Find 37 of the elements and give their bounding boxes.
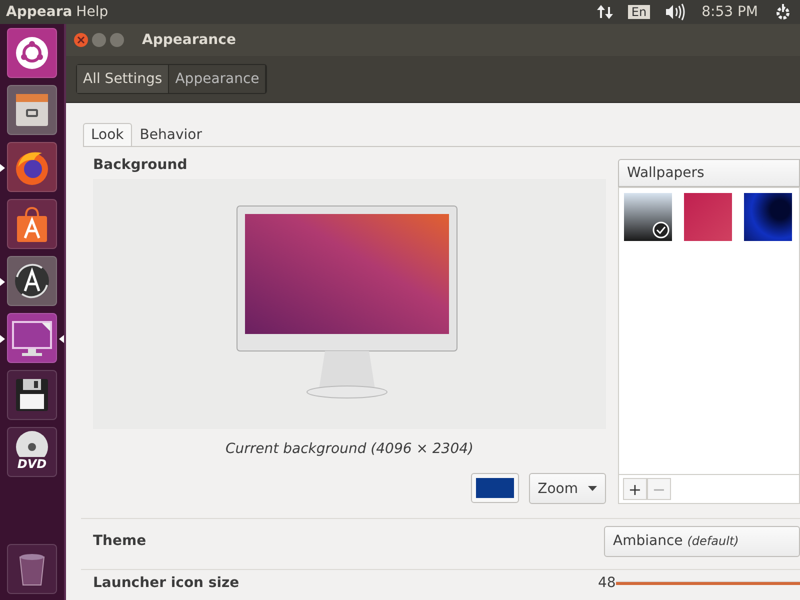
- icon-size-reading: 48: [598, 575, 616, 591]
- breadcrumb-button[interactable]: All Settings: [77, 65, 170, 93]
- wallpaper-thumbnail[interactable]: [684, 193, 732, 241]
- background-heading: Background: [92, 156, 188, 175]
- app-menu-title[interactable]: Appeara: [6, 4, 72, 20]
- clock[interactable]: 8:53 PM: [702, 4, 758, 20]
- network-arrows-icon[interactable]: [596, 3, 614, 21]
- wallpaper-source-dropdown[interactable]: Wallpapers: [618, 159, 800, 187]
- theme-dropdown[interactable]: Ambiance (default): [604, 526, 800, 556]
- theme-label: Theme: [92, 533, 148, 549]
- files-launcher-icon[interactable]: [7, 85, 57, 135]
- close-button[interactable]: [74, 33, 88, 47]
- firefox-launcher-icon[interactable]: [7, 142, 57, 192]
- appearance-launcher-icon[interactable]: [7, 313, 57, 363]
- wallpaper-thumbnail[interactable]: [624, 193, 672, 241]
- tab[interactable]: Look: [83, 123, 132, 146]
- trash-launcher-icon[interactable]: [7, 544, 57, 594]
- zoom-dropdown[interactable]: Zoom: [528, 473, 606, 504]
- volume-icon[interactable]: [664, 3, 686, 21]
- tab[interactable]: Behavior: [132, 123, 210, 146]
- background-caption: Current background (4096 × 2304): [224, 440, 474, 459]
- close-icon: [77, 36, 85, 44]
- wallpaper-thumbnail[interactable]: [744, 193, 792, 241]
- dash-launcher-icon[interactable]: [7, 28, 57, 78]
- add-button[interactable]: +: [623, 478, 647, 500]
- floppy-launcher-icon[interactable]: [7, 370, 57, 420]
- color-picker-button[interactable]: [470, 473, 519, 503]
- window-title: Appearance: [142, 32, 236, 48]
- icon-size-label: Launcher icon size: [92, 575, 240, 591]
- keyboard-layout-indicator[interactable]: En: [628, 5, 650, 19]
- dvd-label: DVD: [15, 457, 49, 471]
- menu-item[interactable]: Help: [76, 4, 108, 20]
- caret-icon: [588, 486, 597, 491]
- updater-launcher-icon[interactable]: [7, 256, 57, 306]
- software-launcher-icon[interactable]: [7, 199, 57, 249]
- dvd-launcher-icon[interactable]: DVD: [7, 427, 57, 477]
- breadcrumb-button[interactable]: Appearance: [169, 65, 266, 93]
